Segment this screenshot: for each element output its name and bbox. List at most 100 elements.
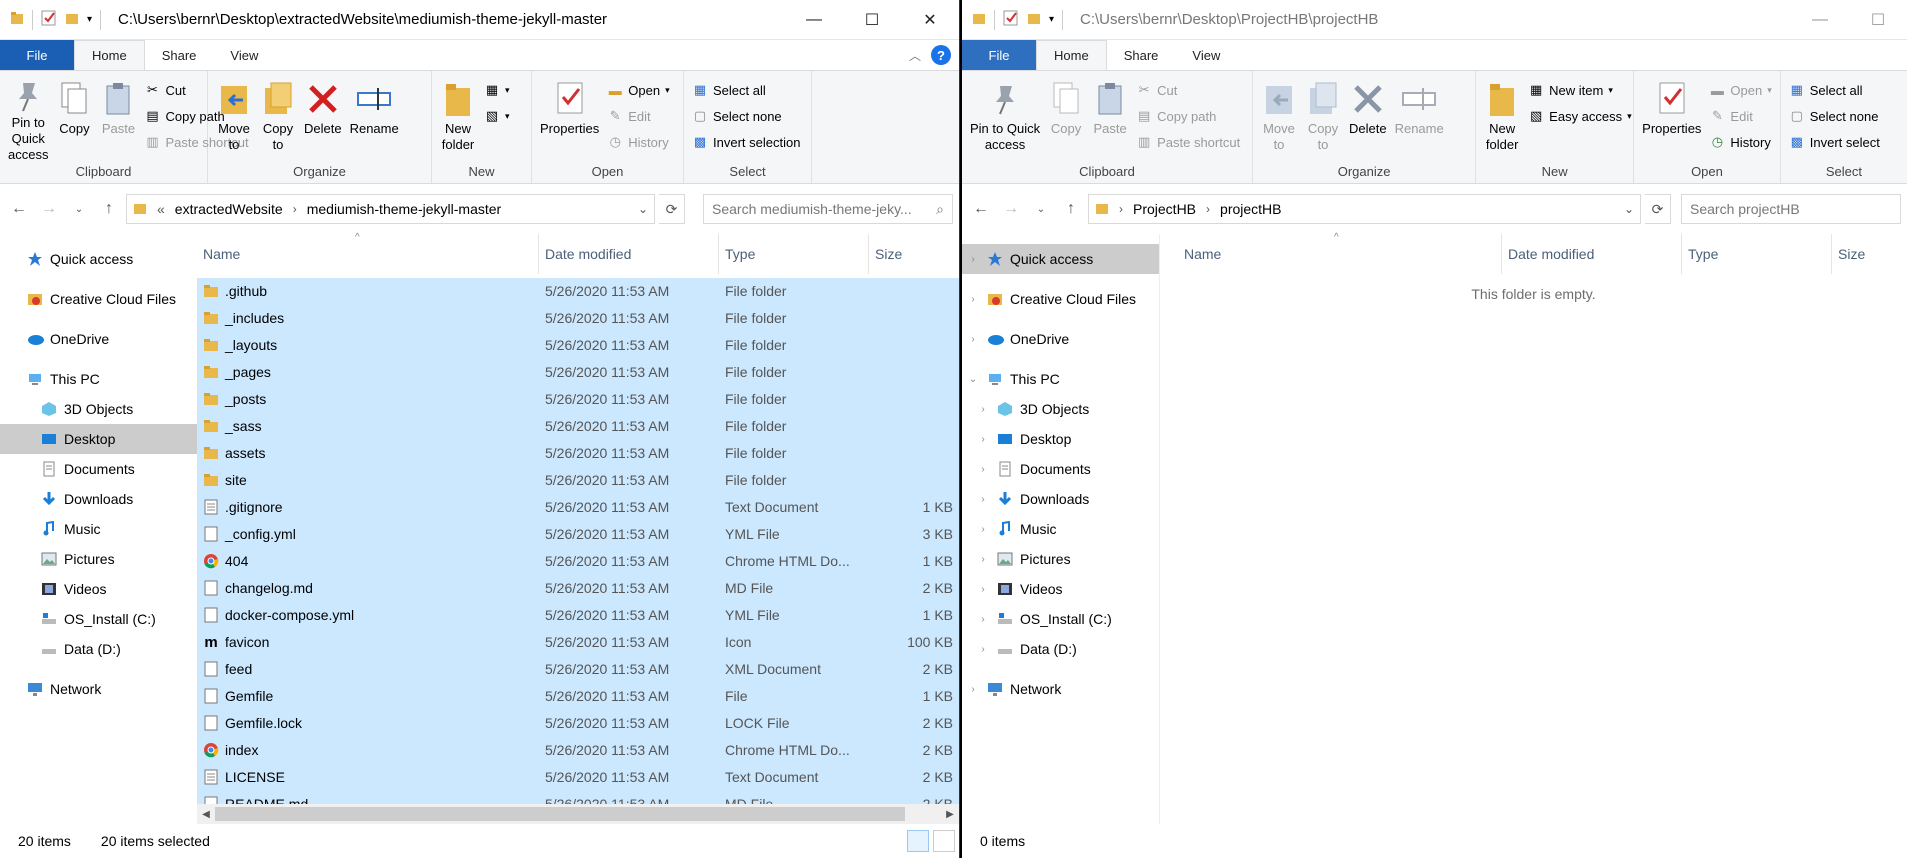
- new-folder-icon[interactable]: [1027, 11, 1041, 28]
- minimize-icon[interactable]: —: [1791, 0, 1849, 40]
- chevron-right-icon[interactable]: ›: [1206, 202, 1210, 216]
- nav-item-onedrive[interactable]: › OneDrive: [962, 324, 1159, 354]
- table-row[interactable]: _config.yml 5/26/2020 11:53 AM YML File 3 K…: [197, 521, 959, 548]
- minimize-icon[interactable]: —: [785, 0, 843, 40]
- chevron-down-icon[interactable]: ⌄: [966, 374, 980, 385]
- nav-item-creative-cloud-files[interactable]: Creative Cloud Files: [0, 284, 197, 314]
- collapse-ribbon-icon[interactable]: ︿: [909, 47, 921, 64]
- nav-item-videos[interactable]: › Videos: [962, 574, 1159, 604]
- breadcrumb-item[interactable]: mediumish-theme-jekyll-master: [307, 201, 502, 217]
- nav-item-pictures[interactable]: › Pictures: [962, 544, 1159, 574]
- maximize-icon[interactable]: ☐: [1849, 0, 1907, 40]
- nav-item-quick-access[interactable]: › Quick access: [962, 244, 1159, 274]
- table-row[interactable]: _posts 5/26/2020 11:53 AM File folder: [197, 386, 959, 413]
- chevron-right-icon[interactable]: ›: [976, 554, 990, 565]
- copy-to-button[interactable]: Copy to: [256, 75, 300, 161]
- chevron-down-icon[interactable]: ▾: [1049, 14, 1054, 25]
- breadcrumb-item[interactable]: extractedWebsite: [175, 201, 283, 217]
- column-name[interactable]: Name: [197, 234, 539, 274]
- breadcrumb-item[interactable]: projectHB: [1220, 201, 1281, 217]
- nav-item-documents[interactable]: › Documents: [962, 454, 1159, 484]
- paste-button[interactable]: Paste: [1088, 75, 1132, 161]
- chevron-right-icon[interactable]: ›: [976, 614, 990, 625]
- nav-item-3d-objects[interactable]: › 3D Objects: [962, 394, 1159, 424]
- table-row[interactable]: 404 5/26/2020 11:53 AM Chrome HTML Do... 1 …: [197, 548, 959, 575]
- scroll-right-icon[interactable]: ▶: [941, 809, 959, 820]
- chevron-down-icon[interactable]: ⌄: [638, 202, 648, 216]
- chevron-right-icon[interactable]: ›: [293, 202, 297, 216]
- table-row[interactable]: index 5/26/2020 11:53 AM Chrome HTML Do...…: [197, 737, 959, 764]
- history-button[interactable]: ◷ History: [1709, 131, 1771, 153]
- nav-item-data-d[interactable]: Data (D:): [0, 634, 197, 664]
- rename-button[interactable]: Rename: [1391, 75, 1448, 161]
- paste-shortcut-button[interactable]: ▥ Paste shortcut: [1136, 131, 1240, 153]
- chevron-right-icon[interactable]: ›: [976, 494, 990, 505]
- table-row[interactable]: Gemfile.lock 5/26/2020 11:53 AM LOCK File 2…: [197, 710, 959, 737]
- nav-item-data-d[interactable]: › Data (D:): [962, 634, 1159, 664]
- invert-selection-button[interactable]: ▩ Invert selection: [692, 131, 801, 153]
- large-icons-view-icon[interactable]: [933, 830, 955, 852]
- scroll-left-icon[interactable]: ◀: [197, 809, 215, 820]
- move-to-button[interactable]: Move to: [1257, 75, 1301, 161]
- table-row[interactable]: m favicon 5/26/2020 11:53 AM Icon 100 KB: [197, 629, 959, 656]
- nav-item-music[interactable]: › Music: [962, 514, 1159, 544]
- recent-locations-icon[interactable]: ⌄: [1028, 204, 1054, 215]
- cut-button[interactable]: ✂ Cut: [1136, 79, 1240, 101]
- easy-access-button[interactable]: ▧ Easy access ▾: [1528, 105, 1632, 127]
- copy-button[interactable]: Copy: [52, 75, 96, 161]
- chevron-right-icon[interactable]: ›: [976, 464, 990, 475]
- nav-item-3d-objects[interactable]: 3D Objects: [0, 394, 197, 424]
- nav-item-onedrive[interactable]: OneDrive: [0, 324, 197, 354]
- delete-button[interactable]: Delete: [1345, 75, 1391, 161]
- refresh-button[interactable]: ⟳: [659, 194, 685, 224]
- tab-view[interactable]: View: [213, 40, 275, 70]
- folder-icon[interactable]: [10, 11, 24, 28]
- address-bar[interactable]: « extractedWebsite › mediumish-theme-jek…: [126, 194, 655, 224]
- nav-item-os-install-c[interactable]: › OS_Install (C:): [962, 604, 1159, 634]
- select-all-button[interactable]: ▦ Select all: [1789, 79, 1880, 101]
- select-none-button[interactable]: ▢ Select none: [1789, 105, 1880, 127]
- copy-to-button[interactable]: Copy to: [1301, 75, 1345, 161]
- tab-share[interactable]: Share: [1107, 40, 1176, 70]
- nav-item-creative-cloud-files[interactable]: › Creative Cloud Files: [962, 284, 1159, 314]
- edit-button[interactable]: ✎ Edit: [607, 105, 669, 127]
- tab-home[interactable]: Home: [74, 40, 145, 70]
- pin-to-quick-access-button[interactable]: Pin to Quick access: [4, 75, 52, 162]
- breadcrumb-item[interactable]: ProjectHB: [1133, 201, 1196, 217]
- help-icon[interactable]: ?: [931, 45, 951, 65]
- tab-share[interactable]: Share: [145, 40, 214, 70]
- easy-access-button[interactable]: ▧ ▾: [484, 105, 510, 127]
- chevron-down-icon[interactable]: ▾: [87, 14, 92, 25]
- nav-item-quick-access[interactable]: Quick access: [0, 244, 197, 274]
- address-bar[interactable]: › ProjectHB › projectHB ⌄: [1088, 194, 1641, 224]
- nav-item-desktop[interactable]: Desktop: [0, 424, 197, 454]
- tab-file[interactable]: File: [0, 40, 74, 70]
- column-name[interactable]: Name: [1160, 234, 1502, 274]
- move-to-button[interactable]: Move to: [212, 75, 256, 161]
- tab-home[interactable]: Home: [1036, 40, 1107, 70]
- rename-button[interactable]: Rename: [346, 75, 403, 161]
- back-button[interactable]: ←: [6, 200, 32, 218]
- select-all-button[interactable]: ▦ Select all: [692, 79, 800, 101]
- properties-button[interactable]: Properties: [1638, 75, 1705, 161]
- table-row[interactable]: _layouts 5/26/2020 11:53 AM File folder: [197, 332, 959, 359]
- nav-item-this-pc[interactable]: This PC: [0, 364, 197, 394]
- delete-button[interactable]: Delete: [300, 75, 346, 161]
- close-icon[interactable]: ✕: [901, 0, 959, 40]
- chevron-right-icon[interactable]: ›: [1119, 202, 1123, 216]
- nav-item-downloads[interactable]: › Downloads: [962, 484, 1159, 514]
- nav-item-pictures[interactable]: Pictures: [0, 544, 197, 574]
- pin-to-quick-access-button[interactable]: Pin to Quick access: [966, 75, 1044, 161]
- open-button[interactable]: ▬ Open ▾: [607, 79, 670, 101]
- table-row[interactable]: .github 5/26/2020 11:53 AM File folder: [197, 278, 959, 305]
- chevron-right-icon[interactable]: ›: [976, 404, 990, 415]
- table-row[interactable]: assets 5/26/2020 11:53 AM File folder: [197, 440, 959, 467]
- new-item-button[interactable]: ▦ New item ▾: [1528, 79, 1632, 101]
- nav-item-documents[interactable]: Documents: [0, 454, 197, 484]
- chevron-right-icon[interactable]: ›: [976, 584, 990, 595]
- new-folder-icon[interactable]: [65, 11, 79, 28]
- horizontal-scrollbar[interactable]: ◀ ▶: [197, 804, 959, 824]
- chevron-right-icon[interactable]: ›: [976, 524, 990, 535]
- folder-icon[interactable]: [972, 11, 986, 28]
- edit-button[interactable]: ✎ Edit: [1709, 105, 1771, 127]
